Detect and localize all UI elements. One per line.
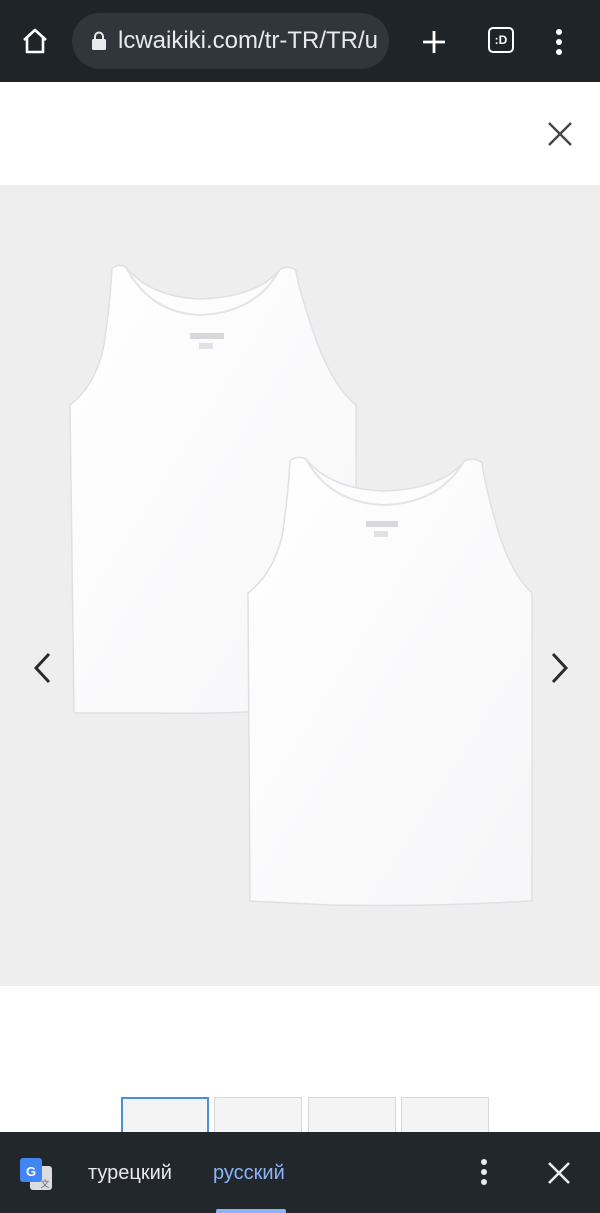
more-vert-icon [556,29,562,55]
translate-options-button[interactable] [470,1152,498,1192]
thumbnail-strip [121,1097,491,1157]
more-vert-icon [481,1159,487,1185]
address-bar[interactable]: lcwaikiki.com/tr-TR/TR/u [72,13,389,69]
target-language-tab[interactable]: русский [213,1162,285,1185]
plus-icon [423,31,445,53]
chevron-right-icon [551,652,569,684]
url-text: lcwaikiki.com/tr-TR/TR/u [118,27,379,54]
svg-text:文: 文 [40,1178,49,1190]
home-button[interactable] [14,20,56,62]
svg-text:G: G [26,1164,36,1179]
previous-image-button[interactable] [22,648,62,688]
close-gallery-button[interactable] [540,114,580,154]
new-tab-button[interactable] [413,21,455,63]
browser-toolbar: lcwaikiki.com/tr-TR/TR/u :D [0,0,600,82]
close-translate-button[interactable] [540,1154,578,1192]
next-image-button[interactable] [540,648,580,688]
close-icon [548,122,572,146]
active-language-indicator [216,1209,286,1213]
home-icon [23,28,47,54]
translate-bar: G 文 турецкий русский [0,1132,600,1213]
tabs-icon: :D [488,27,514,53]
source-language-tab[interactable]: турецкий [88,1162,172,1185]
google-translate-icon: G 文 [20,1158,52,1190]
browser-menu-button[interactable] [545,22,573,62]
product-image [69,264,533,907]
tab-switcher-button[interactable]: :D [483,22,519,58]
chevron-left-icon [33,652,51,684]
close-icon [548,1162,570,1184]
product-image-gallery [0,185,600,986]
lock-icon [90,30,108,52]
